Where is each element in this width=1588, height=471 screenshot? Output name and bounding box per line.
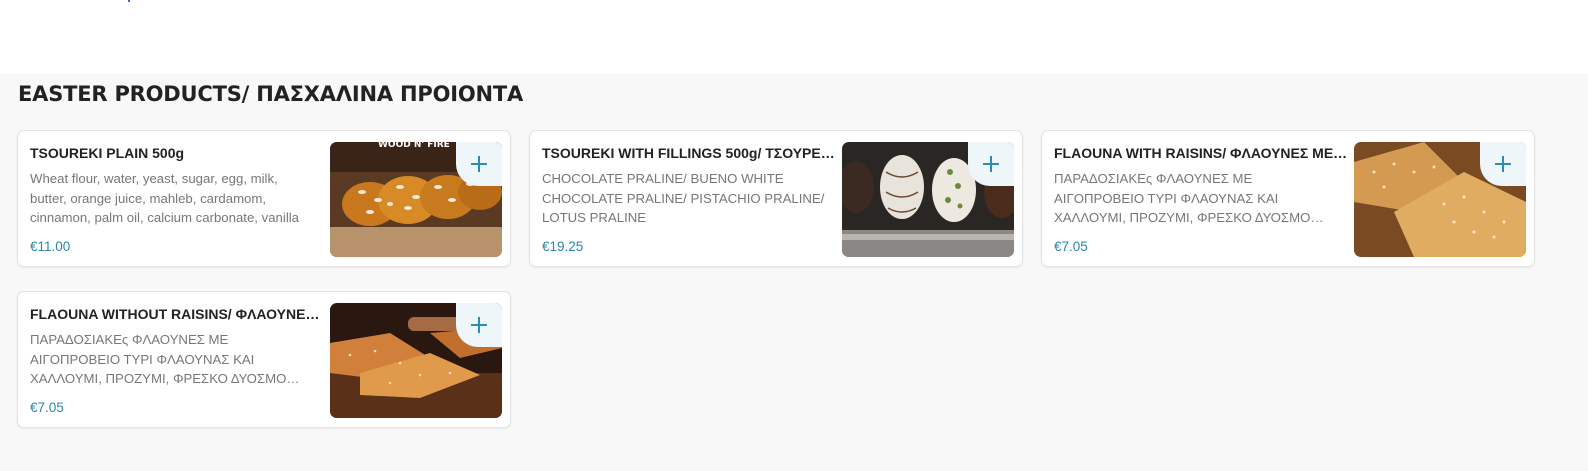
- plus-icon: [983, 156, 999, 172]
- product-image-flaouna-raisins[interactable]: [1354, 142, 1526, 257]
- plus-icon: [1495, 156, 1511, 172]
- product-price: €11.00: [30, 239, 71, 254]
- plus-icon: [471, 156, 487, 172]
- product-name: FLAOUNA WITHOUT RAISINS/ ΦΛΑΟΥΝΕΣ ΧΩΡΙΣ …: [30, 306, 326, 322]
- product-name: TSOUREKI PLAIN 500g: [30, 145, 185, 161]
- product-description: Wheat flour, water, yeast, sugar, egg, m…: [30, 171, 300, 225]
- product-description: ΠΑΡΑΔΟΣΙΑΚΕς ΦΛΑΟΥΝΕΣ ΜΕ ΑΙΓΟΠΡΟΒΕΙΟ ΤΥΡ…: [1054, 171, 1311, 225]
- product-card-flaouna-no-raisins[interactable]: FLAOUNA WITHOUT RAISINS/ ΦΛΑΟΥΝΕΣ ΧΩΡΙΣ …: [17, 291, 511, 428]
- product-price: €7.05: [1054, 239, 1088, 254]
- plus-icon: [471, 317, 487, 333]
- top-bar: [0, 0, 1588, 74]
- product-name: FLAOUNA WITH RAISINS/ ΦΛΑΟΥΝΕΣ ΜΕ ΣΤΑΦΙΔ…: [1054, 145, 1350, 161]
- product-section: EASTER PRODUCTS/ ΠΑΣΧΑΛΙΝΑ ΠΡΟΙΟΝΤΑ TSOU…: [0, 74, 1588, 471]
- product-image-flaouna-no-raisins[interactable]: [330, 303, 502, 418]
- add-to-cart-button[interactable]: [456, 142, 502, 186]
- product-name: TSOUREKI WITH FILLINGS 500g/ ΤΣΟΥΡΕΚΙ ΜΕ…: [542, 145, 838, 161]
- product-image-tsoureki-plain[interactable]: WOOD N' FIRE: [330, 142, 502, 257]
- product-price: €7.05: [30, 400, 64, 415]
- product-price: €19.25: [542, 239, 584, 254]
- product-card-flaouna-raisins[interactable]: FLAOUNA WITH RAISINS/ ΦΛΑΟΥΝΕΣ ΜΕ ΣΤΑΦΙΔ…: [1041, 130, 1535, 267]
- product-card-tsoureki-plain[interactable]: TSOUREKI PLAIN 500g Wheat flour, water, …: [17, 130, 511, 267]
- product-description: ΠΑΡΑΔΟΣΙΑΚΕς ΦΛΑΟΥΝΕΣ ΜΕ ΑΙΓΟΠΡΟΒΕΙΟ ΤΥΡ…: [30, 332, 287, 386]
- product-card-tsoureki-fillings[interactable]: TSOUREKI WITH FILLINGS 500g/ ΤΣΟΥΡΕΚΙ ΜΕ…: [529, 130, 1023, 267]
- section-title: EASTER PRODUCTS/ ΠΑΣΧΑΛΙΝΑ ΠΡΟΙΟΝΤΑ: [18, 82, 524, 106]
- add-to-cart-button[interactable]: [1480, 142, 1526, 186]
- product-image-tsoureki-fillings[interactable]: [842, 142, 1014, 257]
- product-description: CHOCOLATE PRALINE/ BUENO WHITE CHOCOLATE…: [542, 171, 825, 225]
- add-to-cart-button[interactable]: [456, 303, 502, 347]
- top-link-dot: [128, 0, 130, 2]
- add-to-cart-button[interactable]: [968, 142, 1014, 186]
- image-caption-text: WOOD N' FIRE: [378, 142, 450, 150]
